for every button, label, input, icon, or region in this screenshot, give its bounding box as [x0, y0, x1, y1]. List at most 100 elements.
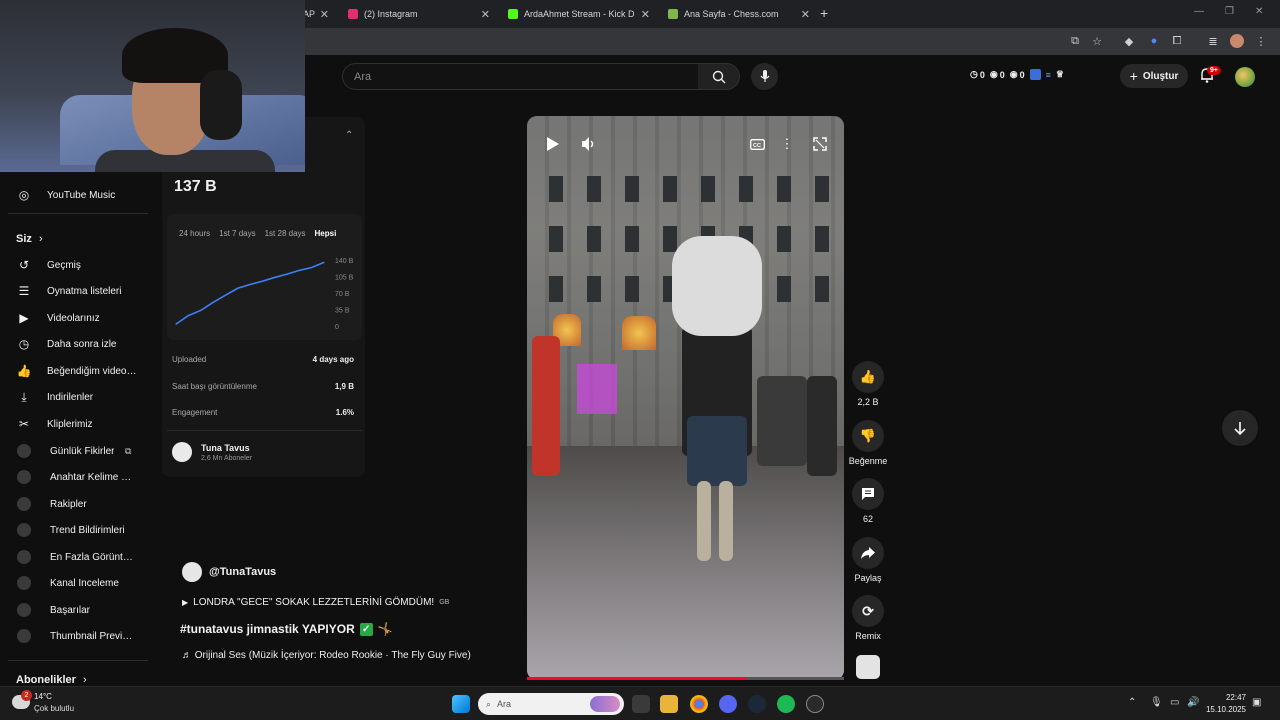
plus-icon: + [1129, 68, 1138, 84]
next-short-button[interactable] [1222, 410, 1258, 446]
install-app-icon[interactable]: ⧉ [1068, 34, 1082, 48]
data-point [212, 301, 214, 304]
new-tab-button[interactable]: + [820, 5, 828, 21]
voice-search-button[interactable] [751, 63, 778, 90]
playlist-icon: ☰ [18, 284, 30, 298]
weather-widget[interactable]: 2 14°C Çok bulutlu [12, 690, 112, 718]
browser-tab[interactable]: (2) Instagram ✕ [340, 2, 498, 26]
sidebar-item-keyword[interactable]: Anahtar Kelime Ko... [0, 465, 155, 489]
like-button[interactable]: 👍 2,2 B [852, 361, 884, 407]
sidebar-item-channel-review[interactable]: Kanal İnceleme [0, 571, 155, 595]
extension-icon[interactable] [1029, 69, 1041, 80]
sidebar-item-your-videos[interactable]: ▶ Videolarınız [0, 306, 155, 330]
sidebar-item-daily-ideas[interactable]: Günlük Fikirler ⧉ [0, 439, 155, 463]
range-tab-active[interactable]: Hepsi [315, 229, 337, 238]
file-explorer-icon[interactable] [660, 695, 678, 713]
sidebar-item-playlists[interactable]: ☰ Oynatma listeleri [0, 279, 155, 303]
avatar[interactable] [182, 562, 202, 582]
trophy-icon[interactable]: ♕ [1056, 69, 1064, 80]
external-link-icon: ⧉ [125, 445, 132, 456]
section-heading: Abonelikler [16, 674, 76, 686]
system-clock[interactable]: 22:47 15.10.2025 [1200, 692, 1246, 716]
range-tab[interactable]: 1st 28 days [265, 229, 306, 238]
sidebar-item-youtube-music[interactable]: ◎ YouTube Music [0, 183, 155, 207]
create-button[interactable]: + Oluştur [1120, 64, 1188, 88]
sidebar-item-watch-later[interactable]: ◷ Daha sonra izle [0, 332, 155, 356]
chrome-icon[interactable] [690, 695, 708, 713]
comments-button[interactable]: 62 [852, 478, 884, 524]
sidebar-item-achievements[interactable]: Başarılar [0, 598, 155, 622]
bookmark-star-icon[interactable]: ☆ [1090, 34, 1104, 48]
views-line-chart: 140 B 105 B 70 B 35 B 0 [175, 258, 354, 331]
browser-tab[interactable]: Ana Sayfa - Chess.com ✕ [660, 2, 818, 26]
spotify-icon[interactable] [777, 695, 795, 713]
steam-icon[interactable] [748, 695, 766, 713]
audio-link[interactable]: ♬ Orijinal Ses (Müzik İçeriyor: Rodeo Ro… [182, 650, 471, 661]
divider [167, 430, 362, 431]
sidebar-item-liked-videos[interactable]: 👍 Beğendiğim videolar [0, 359, 155, 383]
app-icon[interactable] [806, 695, 824, 713]
windows-start-icon[interactable] [452, 695, 470, 713]
speaker-icon[interactable]: 🔊 [1187, 697, 1199, 708]
sidebar-item-downloads[interactable]: ⤓ İndirilenler [0, 385, 155, 409]
sidebar-item-label: Videolarınız [47, 312, 100, 324]
chevron-up-icon[interactable]: ⌃ [1128, 697, 1136, 708]
range-tab[interactable]: 24 hours [179, 229, 210, 238]
browser-tab[interactable]: ArdaAhmet Stream - Kick Dashb ✕ [500, 2, 658, 26]
taskbar-search[interactable]: ⌕ Ara [478, 693, 624, 715]
sidebar-section-subscriptions[interactable]: Abonelikler › [16, 674, 87, 686]
video-progress-bar[interactable] [527, 677, 844, 680]
sidebar-item-most-viewed[interactable]: En Fazla Görüntüle... [0, 545, 155, 569]
extension-icon[interactable]: ◆ [1122, 34, 1136, 48]
play-small-icon: ▶ [182, 598, 189, 607]
sidebar-item-trend-alerts[interactable]: Trend Bildirimleri [0, 518, 155, 542]
microphone-icon[interactable]: 🎙 [1150, 697, 1163, 708]
discord-icon[interactable] [719, 695, 737, 713]
sidebar-section-you[interactable]: Siz › [16, 233, 43, 245]
sidebar-item-history[interactable]: ↺ Geçmiş [0, 253, 155, 277]
close-icon[interactable]: ✕ [801, 8, 810, 21]
sidebar-item-clips[interactable]: ✂ Kliplerimiz [0, 412, 155, 436]
extension-channel-icon [17, 629, 31, 643]
fullscreen-button[interactable] [810, 134, 830, 154]
menu-icon[interactable]: ⋮ [1254, 34, 1268, 48]
search-button[interactable] [698, 63, 740, 90]
list-icon[interactable]: ≡ [1046, 70, 1051, 80]
tab-title: (2) Instagram [364, 9, 418, 19]
chevron-up-icon[interactable]: ⌃ [345, 130, 353, 141]
avatar[interactable] [1235, 67, 1255, 87]
extensions-puzzle-icon[interactable]: ⧠ [1170, 34, 1184, 48]
sound-thumbnail[interactable] [856, 655, 880, 679]
range-tab[interactable]: 1st 7 days [219, 229, 255, 238]
notifications-icon[interactable]: ▣ [1252, 697, 1261, 708]
download-icon: ⤓ [21, 389, 27, 404]
close-icon[interactable]: ✕ [320, 8, 329, 21]
close-icon[interactable]: ✕ [481, 8, 490, 21]
history-icon: ↺ [18, 258, 30, 272]
sidebar-item-competitors[interactable]: Rakipler [0, 492, 155, 516]
extension-icon[interactable]: ● [1147, 34, 1161, 48]
remix-button[interactable]: ⟳ Remix [852, 595, 884, 641]
play-button[interactable] [543, 134, 563, 154]
sidebar-item-label: Beğendiğim videolar [47, 365, 137, 377]
dislike-button[interactable]: 👎 Beğenme [849, 420, 887, 466]
maximize-icon[interactable]: ❐ [1225, 6, 1234, 17]
sidebar-item-thumbnail-preview[interactable]: Thumbnail Preview [0, 624, 155, 648]
volume-button[interactable] [579, 134, 599, 154]
search-input[interactable]: Ara [342, 63, 699, 90]
profile-icon[interactable] [1230, 34, 1244, 48]
tab-search-icon[interactable]: ≣ [1206, 34, 1220, 48]
country-tag: GB [439, 599, 450, 606]
more-options-icon[interactable]: ⋮ [779, 134, 795, 154]
task-view-icon[interactable] [632, 695, 650, 713]
channel-handle[interactable]: @TunaTavus [209, 566, 276, 578]
window-close-icon[interactable]: ✕ [1255, 6, 1263, 17]
share-button[interactable]: Paylaş [852, 537, 884, 583]
short-video-player[interactable]: CC ⋮ [527, 116, 844, 680]
close-icon[interactable]: ✕ [641, 8, 650, 21]
video-frame [537, 176, 837, 202]
related-video-link[interactable]: ▶ LONDRA "GECE" SOKAK LEZZETLERİNİ GÖMDÜ… [182, 597, 449, 608]
minimize-icon[interactable]: — [1194, 6, 1204, 17]
network-icon[interactable]: ▭ [1170, 697, 1179, 708]
captions-button[interactable]: CC [747, 134, 767, 154]
